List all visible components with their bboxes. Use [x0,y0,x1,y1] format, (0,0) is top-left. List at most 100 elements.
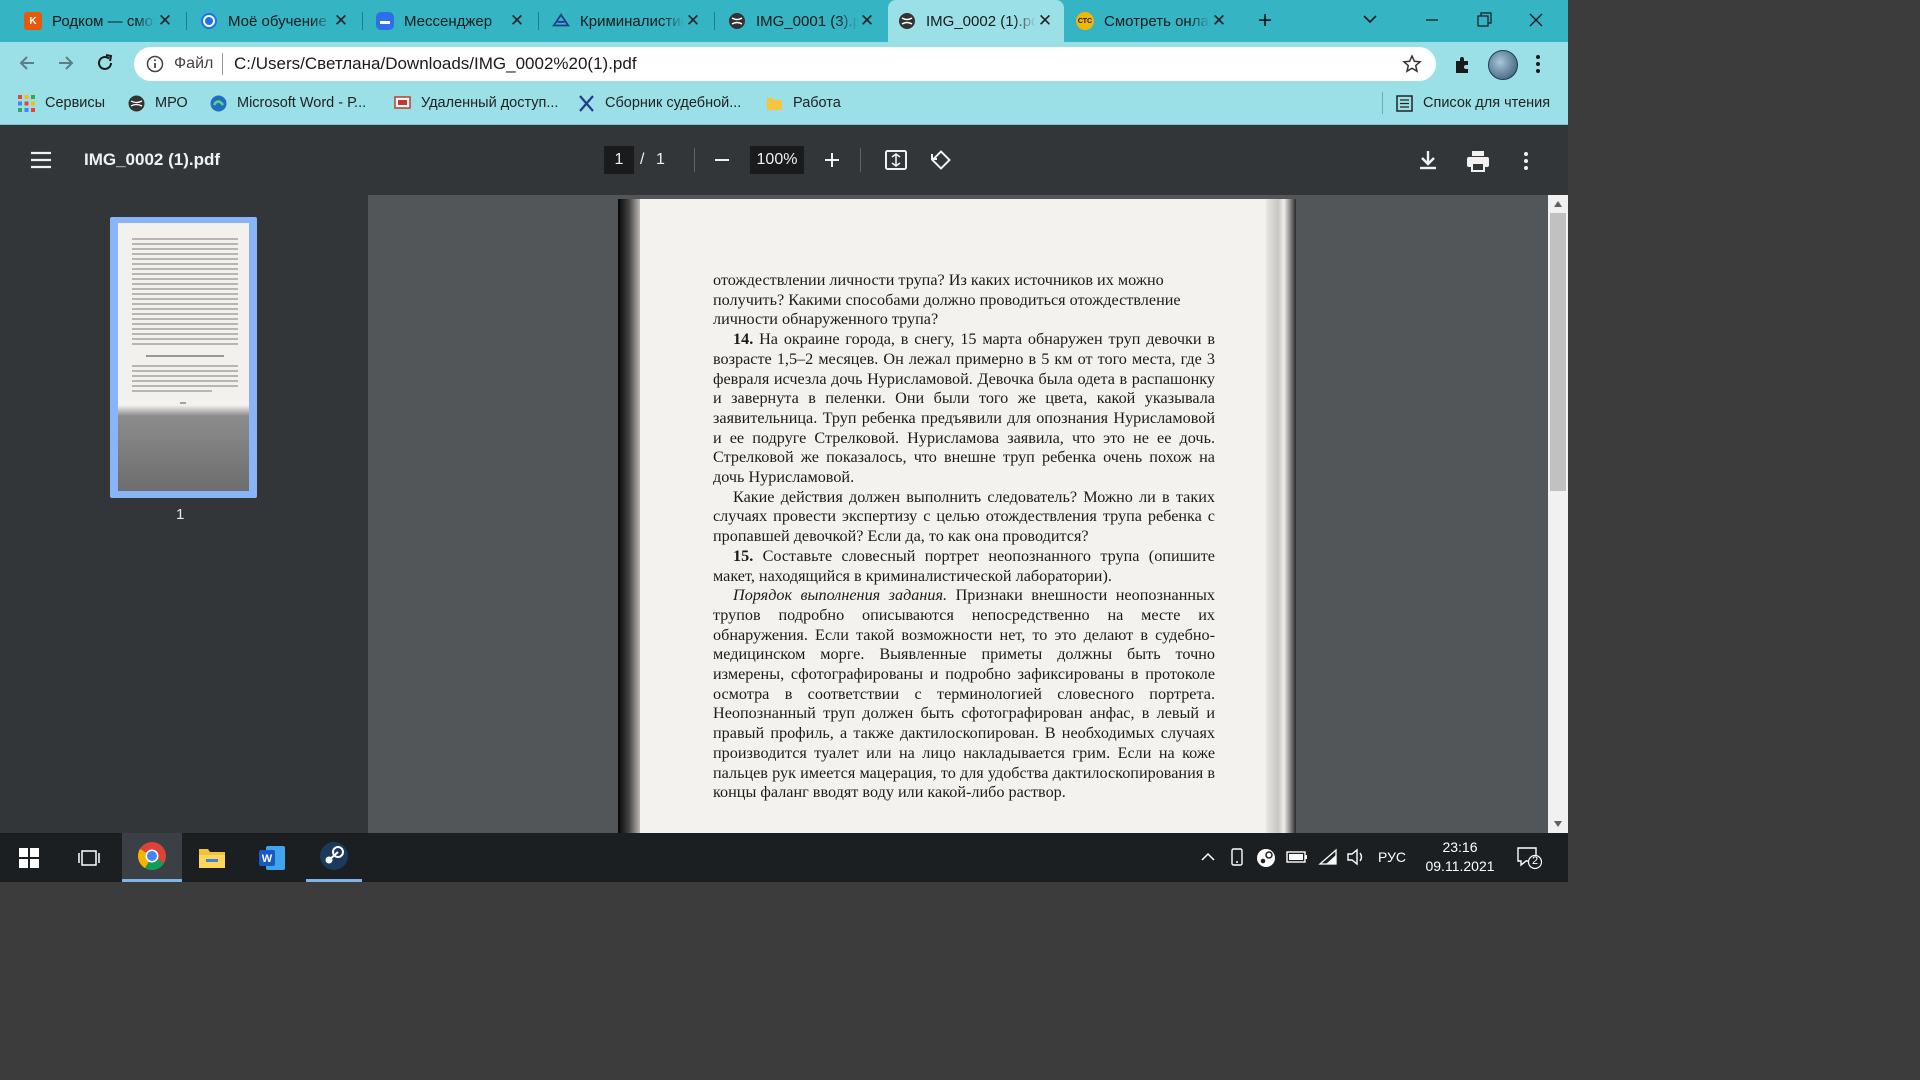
address-bar[interactable]: Файл C:/Users/Светлана/Downloads/IMG_000… [134,47,1436,81]
zoom-out-minus-icon[interactable] [712,150,732,170]
wifi-icon[interactable] [1318,848,1338,866]
close-icon[interactable]: ✕ [156,11,174,31]
tab-criminalistics[interactable]: Криминалистика ✕ [542,0,712,42]
bookmark-services[interactable]: Сервисы [18,86,105,120]
task-14-question: Какие действия должен выполнить следоват… [713,487,1215,546]
zoom-level-input[interactable]: 100% [750,146,804,174]
bookmark-work[interactable]: Работа [766,86,841,120]
thumbnail-text-lines [132,238,238,404]
language-indicator[interactable]: РУС [1378,849,1406,865]
info-icon[interactable] [146,55,164,73]
scroll-thumb[interactable] [1550,213,1566,491]
task-14: 14. На окраине города, в снегу, 15 марта… [713,330,1215,488]
battery-icon[interactable] [1286,850,1308,864]
bookmark-label: Работа [793,95,841,111]
bookmark-microsoft-word[interactable]: Microsoft Word - Р... [210,86,366,120]
book-icon [578,94,595,112]
page-thumbnail-1[interactable] [110,217,257,498]
page-line: получить? Какими способами должно провод… [713,290,1181,309]
page-scan-shadow-left [618,199,640,833]
messenger-icon: ▬ [376,12,394,30]
bookmark-label: Удаленный доступ... [421,95,559,111]
scroll-down-arrow-icon[interactable] [1554,821,1562,827]
steam-icon[interactable] [306,833,362,882]
pdf-more-kebab-icon[interactable] [1522,150,1530,172]
download-icon[interactable] [1417,149,1439,171]
procedure-title: Порядок выполнения задания. [733,586,948,605]
pdf-viewer[interactable]: отождествлении личности трупа? Из каких … [368,195,1548,833]
task-15-text: Составьте словесный портрет неопознанног… [713,546,1215,585]
procedure-text: Признаки внешности неопознанных трупов п… [713,586,1215,802]
close-icon[interactable]: ✕ [1036,11,1054,31]
scroll-up-arrow-icon[interactable] [1554,201,1562,207]
tab-my-learning[interactable]: Моё обучение ✕ [190,0,360,42]
profile-avatar[interactable] [1488,50,1518,80]
chrome-icon[interactable] [122,833,182,882]
notification-count: 2 [1531,855,1539,867]
task-view-icon[interactable] [60,833,118,882]
new-tab-plus-icon[interactable]: + [1252,8,1278,34]
tab-messenger[interactable]: ▬ Мессенджер ✕ [366,0,536,42]
globe-icon [728,12,746,30]
thumbnail-image [118,223,249,491]
notification-center-icon[interactable]: 2 [1516,846,1542,870]
page-text: отождествлении личности трупа? Из каких … [713,271,1215,803]
bookmark-remote-access[interactable]: Удаленный доступ... [394,86,558,120]
minimize-icon[interactable] [1422,10,1442,30]
file-scheme-label: Файл [174,55,214,72]
close-icon[interactable]: ✕ [508,11,526,31]
task-15: 15. Составьте словесный портрет неопозна… [713,547,1215,586]
hamburger-menu-icon[interactable] [30,150,52,170]
tab-rodkom[interactable]: K Родком — смотреть ✕ [14,0,184,42]
bookmark-mro[interactable]: МРО [128,86,188,120]
bookmark-label: Microsoft Word - Р... [237,95,367,111]
reload-icon[interactable] [94,52,116,74]
zoom-in-plus-icon[interactable] [822,150,842,170]
rodkom-icon: K [24,12,42,30]
thumbnail-page-label: 1 [176,506,185,523]
pdf-filename: IMG_0002 (1).pdf [84,150,221,169]
star-icon[interactable] [1402,54,1422,74]
bookmarks-divider [1382,92,1383,114]
volume-icon[interactable] [1346,848,1366,866]
task-15-number: 15. [733,546,754,565]
chrome-menu-kebab-icon[interactable] [1534,53,1542,75]
close-icon[interactable]: ✕ [332,11,350,31]
rotate-icon[interactable] [928,148,952,172]
tab-title: Криминалистика [580,12,684,30]
address-divider [222,53,223,75]
file-explorer-icon[interactable] [186,833,238,882]
tab-img-0002-active[interactable]: IMG_0002 (1).pdf ✕ [888,0,1064,42]
tab-search-chevron-icon[interactable] [1360,9,1380,29]
print-icon[interactable] [1466,150,1490,172]
tablet-icon[interactable] [1228,848,1246,866]
restore-icon[interactable] [1474,10,1494,30]
tab-divider [714,12,715,30]
tab-watch-online[interactable]: СТС Смотреть онлайн ✕ [1066,0,1238,42]
page-line: отождествлении личности трупа? Из каких … [713,271,1164,289]
start-icon[interactable] [0,833,58,882]
bookmark-court-collection[interactable]: Сборник судебной... [578,86,741,120]
tab-img-0001[interactable]: IMG_0001 (3).pdf ✕ [718,0,886,42]
steam-tray-icon[interactable] [1256,848,1276,868]
close-window-icon[interactable] [1526,10,1546,30]
vertical-scrollbar[interactable] [1548,195,1568,833]
fit-to-page-icon[interactable] [884,149,908,171]
toolbar-divider [860,148,861,172]
forward-arrow-icon[interactable] [55,52,77,74]
page-line: личности обнаруженного трупа? [713,310,939,329]
word-icon[interactable]: W [246,833,298,882]
reading-list-button[interactable]: Список для чтения [1396,86,1550,120]
url-text[interactable]: C:/Users/Светлана/Downloads/IMG_0002%20(… [234,54,637,74]
extensions-puzzle-icon[interactable] [1452,53,1474,75]
close-icon[interactable]: ✕ [1210,11,1228,31]
procedure: Порядок выполнения задания. Признаки вне… [713,586,1215,803]
back-arrow-icon[interactable] [16,52,38,74]
page-scan-shadow-right [1266,199,1296,833]
show-hidden-icons-chevron-icon[interactable] [1200,850,1216,864]
bookmark-label: Сборник судебной... [605,95,742,111]
close-icon[interactable]: ✕ [858,11,876,31]
page-number-input[interactable]: 1 [604,146,634,174]
clock[interactable]: 23:16 09.11.2021 [1424,838,1496,876]
close-icon[interactable]: ✕ [684,11,702,31]
